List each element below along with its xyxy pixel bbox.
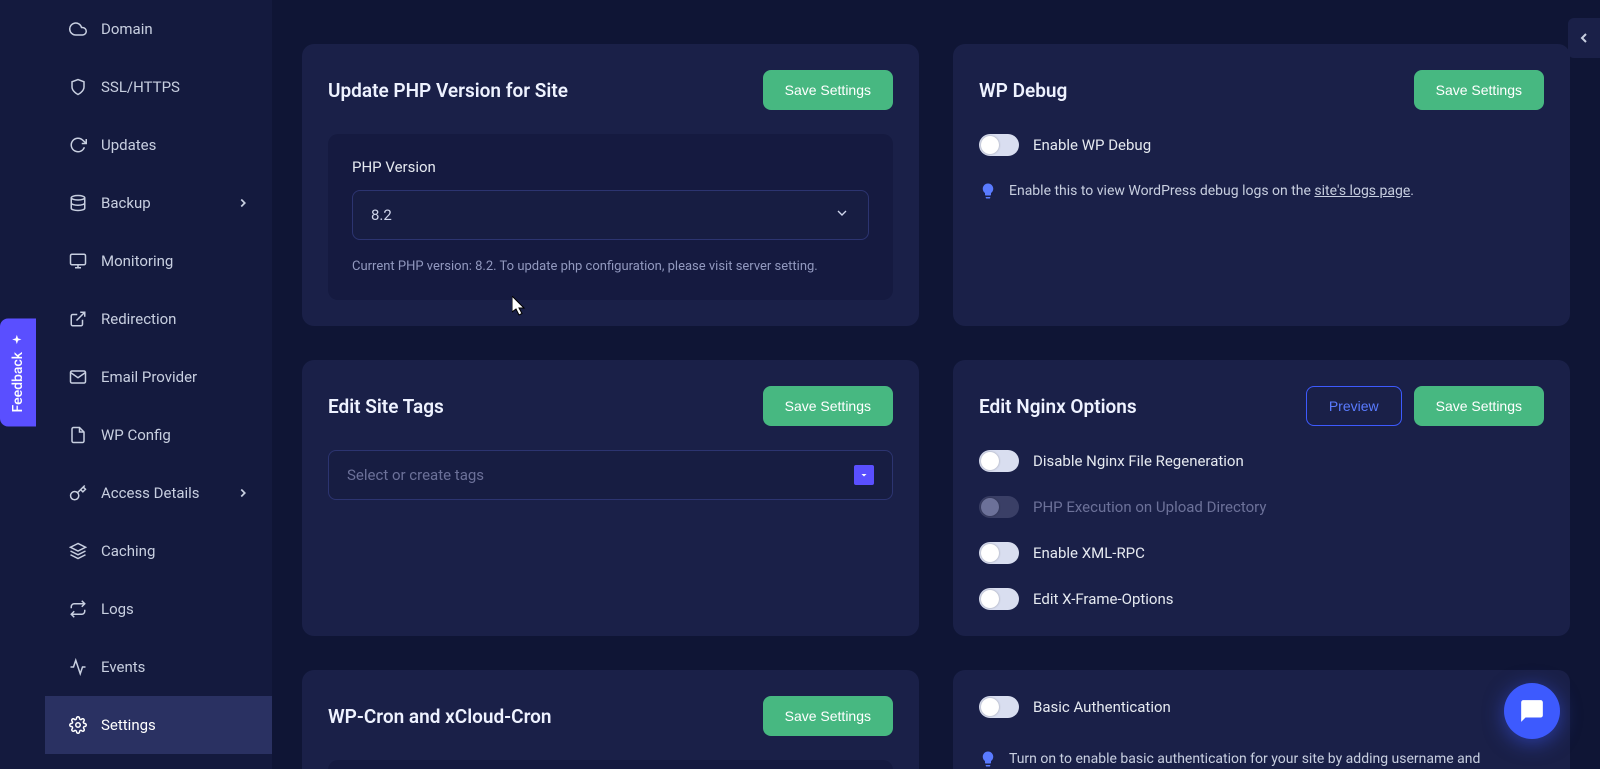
site-tags-card: Edit Site Tags Save Settings Select or c… <box>302 360 919 636</box>
sidebar-item-label: Redirection <box>101 310 176 328</box>
preview-nginx-button[interactable]: Preview <box>1306 386 1402 426</box>
sparkle-icon <box>11 332 25 346</box>
chevron-left-icon <box>1576 30 1592 46</box>
feedback-tab[interactable]: Feedback <box>0 318 36 426</box>
activity-icon <box>69 658 87 676</box>
wp-debug-card: WP Debug Save Settings Enable WP Debug E… <box>953 44 1570 326</box>
file-icon <box>69 426 87 444</box>
sidebar-item-label: Events <box>101 658 145 676</box>
php-helper-text: Current PHP version: 8.2. To update php … <box>352 258 869 276</box>
card-title: WP Debug <box>979 79 1067 102</box>
sidebar-item-label: Updates <box>101 136 156 154</box>
sidebar-item-redirection[interactable]: Redirection <box>45 290 272 348</box>
save-php-button[interactable]: Save Settings <box>763 70 893 110</box>
layers-icon <box>69 542 87 560</box>
sidebar-item-backup[interactable]: Backup <box>45 174 272 232</box>
save-wpdebug-button[interactable]: Save Settings <box>1414 70 1544 110</box>
sidebar-item-settings[interactable]: Settings <box>45 696 272 754</box>
sidebar-item-label: SSL/HTTPS <box>101 78 180 96</box>
sidebar-item-label: Logs <box>101 600 134 618</box>
sidebar-item-monitoring[interactable]: Monitoring <box>45 232 272 290</box>
wpdebug-info-text: Enable this to view WordPress debug logs… <box>1009 180 1414 202</box>
php-version-label: PHP Version <box>352 158 869 176</box>
chat-button[interactable] <box>1504 683 1560 739</box>
main-content: Update PHP Version for Site Save Setting… <box>272 0 1600 769</box>
shield-icon <box>69 78 87 96</box>
key-icon <box>69 484 87 502</box>
logs-page-link[interactable]: site's logs page <box>1314 183 1410 199</box>
nginx-regen-toggle[interactable] <box>979 450 1019 472</box>
sidebar-item-access[interactable]: Access Details <box>45 464 272 522</box>
toggle-label: PHP Execution on Upload Directory <box>1033 498 1266 516</box>
card-title: Edit Nginx Options <box>979 395 1137 418</box>
chat-icon <box>1519 698 1545 724</box>
refresh-icon <box>69 136 87 154</box>
toggle-label: Enable XML-RPC <box>1033 544 1145 562</box>
cloud-icon <box>69 20 87 38</box>
swap-icon <box>69 600 87 618</box>
wpdebug-toggle-label: Enable WP Debug <box>1033 136 1151 154</box>
external-link-icon <box>69 310 87 328</box>
sidebar-item-label: Settings <box>101 716 156 734</box>
tags-input[interactable]: Select or create tags <box>328 450 893 500</box>
sidebar-item-label: Caching <box>101 542 155 560</box>
xmlrpc-toggle[interactable] <box>979 542 1019 564</box>
basic-auth-toggle[interactable] <box>979 696 1019 718</box>
save-cron-button[interactable]: Save Settings <box>763 696 893 736</box>
database-icon <box>69 194 87 212</box>
nginx-options-card: Edit Nginx Options Preview Save Settings… <box>953 360 1570 636</box>
xframe-toggle[interactable] <box>979 588 1019 610</box>
wpdebug-toggle[interactable] <box>979 134 1019 156</box>
toggle-label: Disable Nginx File Regeneration <box>1033 452 1244 470</box>
feedback-label: Feedback <box>10 352 26 412</box>
sidebar-item-updates[interactable]: Updates <box>45 116 272 174</box>
lightbulb-icon <box>979 182 997 200</box>
sidebar-item-label: Monitoring <box>101 252 173 270</box>
php-version-select[interactable]: 8.2 <box>352 190 869 240</box>
sidebar-item-label: Access Details <box>101 484 200 502</box>
toggle-label: Basic Authentication <box>1033 698 1171 716</box>
sidebar-item-domain[interactable]: Domain <box>45 0 272 58</box>
php-version-card: Update PHP Version for Site Save Setting… <box>302 44 919 326</box>
tags-placeholder: Select or create tags <box>347 466 484 484</box>
mail-icon <box>69 368 87 386</box>
sidebar: Domain SSL/HTTPS Updates Backup Monitori… <box>0 0 272 769</box>
save-tags-button[interactable]: Save Settings <box>763 386 893 426</box>
toggle-label: Edit X-Frame-Options <box>1033 590 1174 608</box>
sidebar-item-label: Domain <box>101 20 153 38</box>
chevron-right-icon <box>234 484 252 502</box>
sidebar-item-label: WP Config <box>101 426 171 444</box>
sidebar-item-label: Email Provider <box>101 368 197 386</box>
wpcron-card: WP-Cron and xCloud-Cron Save Settings WP… <box>302 670 919 769</box>
card-title: WP-Cron and xCloud-Cron <box>328 705 552 728</box>
chevron-down-icon <box>834 205 850 225</box>
lightbulb-icon <box>979 750 997 768</box>
sidebar-item-ssl[interactable]: SSL/HTTPS <box>45 58 272 116</box>
right-panel-toggle[interactable] <box>1568 18 1600 58</box>
sidebar-item-events[interactable]: Events <box>45 638 272 696</box>
caret-down-icon <box>854 465 874 485</box>
sidebar-item-logs[interactable]: Logs <box>45 580 272 638</box>
php-version-value: 8.2 <box>371 206 392 224</box>
basic-auth-info: Turn on to enable basic authentication f… <box>1009 748 1544 769</box>
sidebar-item-email[interactable]: Email Provider <box>45 348 272 406</box>
gear-icon <box>69 716 87 734</box>
chevron-right-icon <box>234 194 252 212</box>
save-nginx-button[interactable]: Save Settings <box>1414 386 1544 426</box>
sidebar-item-label: Backup <box>101 194 151 212</box>
monitor-icon <box>69 252 87 270</box>
card-title: Edit Site Tags <box>328 395 444 418</box>
sidebar-item-wpconfig[interactable]: WP Config <box>45 406 272 464</box>
card-title: Update PHP Version for Site <box>328 79 568 102</box>
basic-auth-card: Basic Authentication Turn on to enable b… <box>953 670 1570 769</box>
sidebar-item-caching[interactable]: Caching <box>45 522 272 580</box>
php-exec-toggle <box>979 496 1019 518</box>
